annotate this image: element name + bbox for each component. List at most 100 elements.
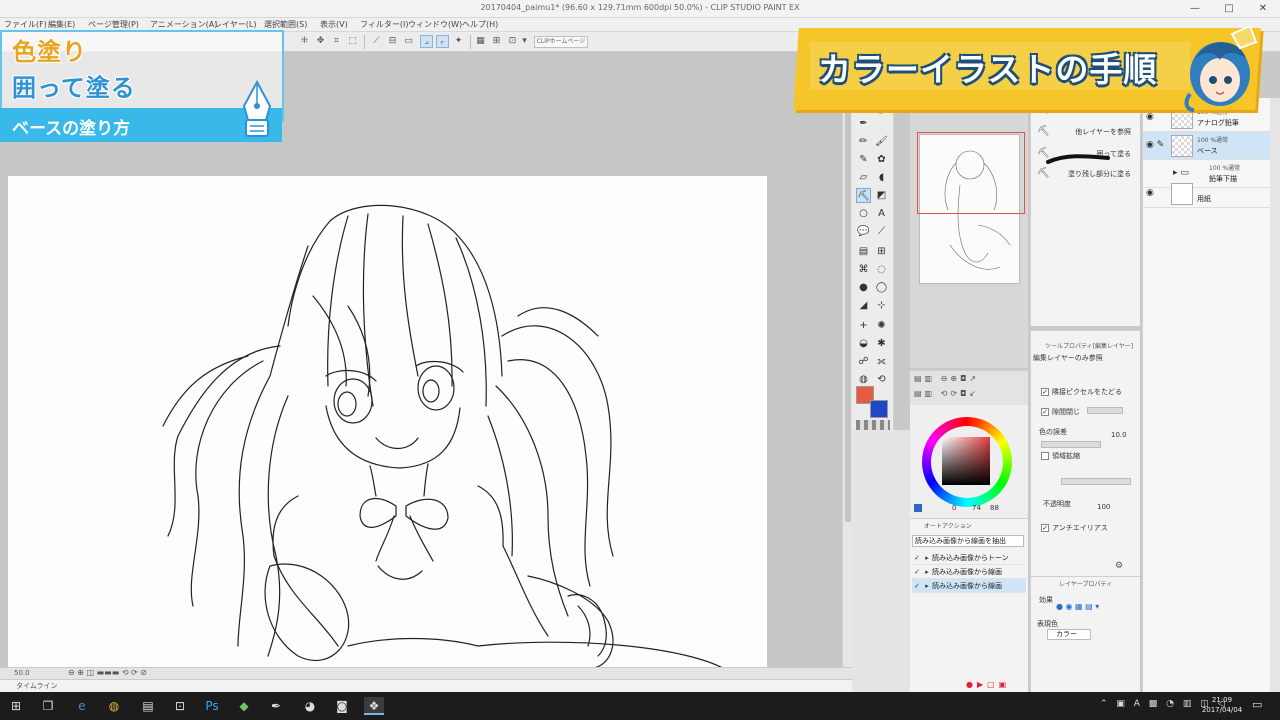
auto-action-controls[interactable]: ●▶▢▣	[966, 680, 1010, 689]
explorer-icon[interactable]: ▤	[138, 697, 158, 715]
eraser-icon[interactable]: ▱	[856, 170, 871, 185]
app-icon[interactable]: ◆	[234, 697, 254, 715]
correct-line-icon[interactable]: ✺	[874, 318, 889, 333]
auto-action-row[interactable]: ✓ ▸ 読み込み画像から線画	[912, 565, 1026, 579]
chrome-icon[interactable]: ◍	[104, 697, 124, 715]
clip-studio-icon[interactable]: ◕	[300, 697, 320, 715]
maximize-button[interactable]: □	[1212, 0, 1246, 18]
canvas-area[interactable]	[0, 52, 842, 671]
move-icon[interactable]: ✥	[314, 35, 327, 48]
clip-paint-icon[interactable]: ❖	[364, 697, 384, 715]
canvas-paper[interactable]	[8, 176, 767, 671]
hand-icon[interactable]: ◍	[856, 372, 871, 387]
auto-action-set-select[interactable]: 読み込み画像から線画を抽出	[912, 535, 1024, 547]
text-icon[interactable]: A	[874, 206, 889, 221]
close-gap-slider[interactable]	[1087, 407, 1123, 414]
eye-icon[interactable]: ◉ ✎	[1146, 140, 1164, 150]
checkmark-icon[interactable]: ✓	[912, 565, 922, 578]
fix-icon[interactable]: ⟗	[874, 354, 889, 369]
pencil-icon[interactable]: ✏	[856, 134, 871, 149]
task-view-icon[interactable]: ❐	[38, 697, 58, 715]
area-scaling-option[interactable]: 領域拡縮	[1041, 451, 1080, 461]
zoom-icons[interactable]: ⊖ ⊕ ◫ ▬▬▬ ⟲ ⟳ ⊘	[68, 668, 147, 677]
layer-move-icon[interactable]: ⊹	[874, 298, 889, 313]
area-scaling-slider[interactable]	[1061, 478, 1131, 485]
menu-filter[interactable]: フィルター(I)	[360, 19, 408, 30]
operation-icon[interactable]: ⊞	[874, 244, 889, 259]
minimize-button[interactable]: —	[1178, 0, 1212, 18]
brush-icon[interactable]: 🖌	[874, 134, 889, 149]
ruler-icon[interactable]: ⟋	[370, 35, 383, 48]
airbrush-icon[interactable]: ✎	[856, 152, 871, 167]
eye-icon[interactable]: ◉	[1146, 188, 1154, 198]
checkbox[interactable]: ✓	[1041, 408, 1049, 416]
selection-icon[interactable]: ⬚	[346, 35, 359, 48]
tool-property-tab[interactable]: ツールプロパティ[編集レイヤー]	[1045, 341, 1133, 350]
clip-homepage-button[interactable]: CLIPホームページ	[534, 36, 588, 48]
blend-icon[interactable]: ◖	[874, 170, 889, 185]
grid-snap-icon[interactable]: ▭	[402, 35, 415, 48]
checkbox[interactable]	[1041, 452, 1049, 460]
snap-icon[interactable]: ⊟	[386, 35, 399, 48]
notification-icon[interactable]: ▭	[1252, 698, 1262, 711]
auto-action-row[interactable]: ✓ ▸ 読み込み画像からトーン	[912, 551, 1026, 565]
ellipse-icon[interactable]: ◯	[874, 280, 889, 295]
menu-window[interactable]: ウィンドウ(W)	[408, 19, 462, 30]
color-panel-tools[interactable]: ▤▥ ⊖⊕◘↗	[914, 374, 979, 383]
checkmark-icon[interactable]: ✓	[912, 579, 922, 592]
photoshop-icon[interactable]: Ps	[202, 697, 222, 715]
layer-row[interactable]: ◉ ✎ 100 %通常 ベース	[1143, 132, 1271, 160]
edge-icon[interactable]: e	[72, 697, 92, 715]
color-panel-tools-2[interactable]: ▤▥ ⟲⟳◘↙	[914, 389, 979, 398]
canvas-vertical-scrollbar[interactable]	[842, 52, 852, 677]
balloon-icon[interactable]: 💬	[856, 224, 871, 239]
sub-tool-item[interactable]: ⛏ 他レイヤーを参照	[1033, 122, 1137, 144]
checkmark-icon[interactable]: ✓	[912, 551, 922, 564]
chevron-down-icon[interactable]: ▾	[518, 35, 531, 48]
stamp-icon[interactable]: ✱	[874, 336, 889, 351]
scrollbar-thumb[interactable]	[845, 82, 851, 522]
vector-icon[interactable]: +	[856, 318, 871, 333]
figure-icon[interactable]: ○	[856, 206, 871, 221]
store-icon[interactable]: ⊡	[170, 697, 190, 715]
opacity-value[interactable]: 100	[1097, 503, 1110, 511]
smudge-icon[interactable]: ◒	[856, 336, 871, 351]
circle-icon[interactable]: ●	[856, 280, 871, 295]
rotate-icon[interactable]: ⟲	[874, 372, 889, 387]
checkbox[interactable]: ✓	[1041, 524, 1049, 532]
ruler-view-icon[interactable]: ⊞	[490, 35, 503, 48]
close-gap-option[interactable]: ✓ 隙間閉じ	[1041, 407, 1080, 417]
frame-border-icon[interactable]: ▤	[856, 244, 871, 259]
pen-icon[interactable]: ✒	[856, 116, 871, 131]
snap-ruler-icon[interactable]: ⟓	[420, 35, 433, 48]
windows-start-icon[interactable]: ⊞	[6, 697, 26, 715]
mini-fg-swatch[interactable]	[914, 504, 922, 512]
auto-action-row[interactable]: ✓ ▸ 読み込み画像から線画	[912, 579, 1026, 593]
antialias-option[interactable]: ✓ アンチエイリアス	[1041, 523, 1108, 533]
menu-help[interactable]: ヘルプ(H)	[462, 19, 498, 30]
menu-view[interactable]: 表示(V)	[320, 19, 348, 30]
layer-panel-scrollbar[interactable]	[1270, 98, 1280, 692]
liquify-icon[interactable]: ☍	[856, 354, 871, 369]
checkbox[interactable]: ✓	[1041, 388, 1049, 396]
layer-effect-icons[interactable]: ● ◉ ▦ ▤ ▾	[1056, 602, 1099, 611]
crop-icon[interactable]: ⌗	[330, 35, 343, 48]
ruler-icon[interactable]: ⟋	[874, 224, 889, 239]
taskbar-clock[interactable]: 21:09 2017/04/04	[1200, 695, 1244, 715]
transform-icon[interactable]: ⁜	[298, 35, 311, 48]
gradation-icon[interactable]: ◢	[856, 298, 871, 313]
lasso-icon[interactable]: ◌	[874, 262, 889, 277]
color-margin-slider[interactable]	[1041, 441, 1101, 448]
eyedropper-icon[interactable]: ⌘	[856, 262, 871, 277]
snap-special-icon[interactable]: ⟔	[436, 35, 449, 48]
fill-icon[interactable]: ⛏	[856, 188, 871, 203]
timeline-tab[interactable]: タイムライン	[0, 679, 852, 692]
pen-app-icon[interactable]: ✒	[266, 697, 286, 715]
layer-property-tab[interactable]: レイヤープロパティ	[1059, 579, 1112, 588]
decoration-icon[interactable]: ✿	[874, 152, 889, 167]
background-color-swatch[interactable]	[870, 400, 888, 418]
navigator-viewport-box[interactable]	[917, 132, 1025, 214]
adjacent-pixel-option[interactable]: ✓ 隣接ピクセルをたどる	[1041, 387, 1122, 397]
color-margin-value[interactable]: 10.0	[1111, 431, 1127, 439]
close-button[interactable]: ✕	[1246, 0, 1280, 18]
